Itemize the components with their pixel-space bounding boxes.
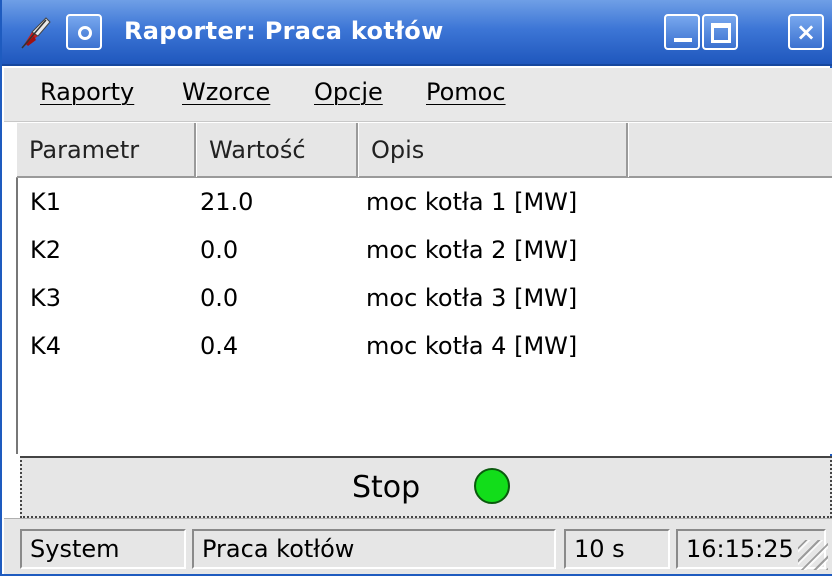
param-cell: K2 xyxy=(30,236,62,264)
status-led-icon xyxy=(474,468,510,504)
close-icon: × xyxy=(795,18,817,46)
param-cell: K4 xyxy=(30,332,62,360)
resize-grip-icon[interactable] xyxy=(798,540,828,570)
stop-button[interactable]: Stop xyxy=(20,456,832,518)
description-cell: moc kotła 1 [MW] xyxy=(366,188,578,216)
value-cell: 0.4 xyxy=(200,332,239,360)
column-header-parametr[interactable]: Parametr xyxy=(16,123,196,177)
table-header: Parametr Wartość Opis xyxy=(16,122,832,178)
menu-pomoc[interactable]: Pomoc xyxy=(426,78,506,106)
status-interval: 10 s xyxy=(564,529,670,569)
menu-wzorce[interactable]: Wzorce xyxy=(182,78,270,106)
title-bar[interactable]: Raporter: Praca kotłów × xyxy=(2,0,832,66)
description-cell: moc kotła 2 [MW] xyxy=(366,236,578,264)
description-cell: moc kotła 4 [MW] xyxy=(366,332,578,360)
value-cell: 0.0 xyxy=(200,236,239,264)
table-row[interactable]: K2 0.0 moc kotła 2 [MW] xyxy=(18,226,832,274)
status-system: System xyxy=(20,529,186,569)
close-button[interactable]: × xyxy=(788,14,824,50)
menu-bar: Raporty Wzorce Opcje Pomoc xyxy=(4,68,832,122)
menu-opcje[interactable]: Opcje xyxy=(314,78,383,106)
column-header-wartosc[interactable]: Wartość xyxy=(196,123,358,177)
app-feather-icon[interactable] xyxy=(16,14,54,52)
app-window: Raporter: Praca kotłów × Raporty Wzorce … xyxy=(0,0,832,576)
description-cell: moc kotła 3 [MW] xyxy=(366,284,578,312)
stop-label: Stop xyxy=(352,470,421,505)
maximize-icon xyxy=(711,23,731,43)
value-cell: 0.0 xyxy=(200,284,239,312)
table-row[interactable]: K4 0.4 moc kotła 4 [MW] xyxy=(18,322,832,370)
maximize-button[interactable] xyxy=(702,14,738,50)
menu-raporty[interactable]: Raporty xyxy=(40,78,134,106)
window-menu-button[interactable] xyxy=(66,14,102,50)
column-header-opis[interactable]: Opis xyxy=(358,123,628,177)
table-row[interactable]: K3 0.0 moc kotła 3 [MW] xyxy=(18,274,832,322)
column-header-empty[interactable] xyxy=(628,123,832,177)
status-bar: System Praca kotłów 10 s 16:15:25 xyxy=(4,518,832,574)
param-cell: K1 xyxy=(30,188,62,216)
window-title: Raporter: Praca kotłów xyxy=(124,17,444,45)
status-report-name: Praca kotłów xyxy=(192,529,556,569)
param-cell: K3 xyxy=(30,284,62,312)
value-cell: 21.0 xyxy=(200,188,254,216)
parameter-table[interactable]: K1 21.0 moc kotła 1 [MW] K2 0.0 moc kotł… xyxy=(16,178,832,454)
table-row[interactable]: K1 21.0 moc kotła 1 [MW] xyxy=(18,178,832,226)
window-menu-icon xyxy=(78,26,92,40)
minimize-button[interactable] xyxy=(664,14,700,50)
minimize-icon xyxy=(674,38,692,42)
